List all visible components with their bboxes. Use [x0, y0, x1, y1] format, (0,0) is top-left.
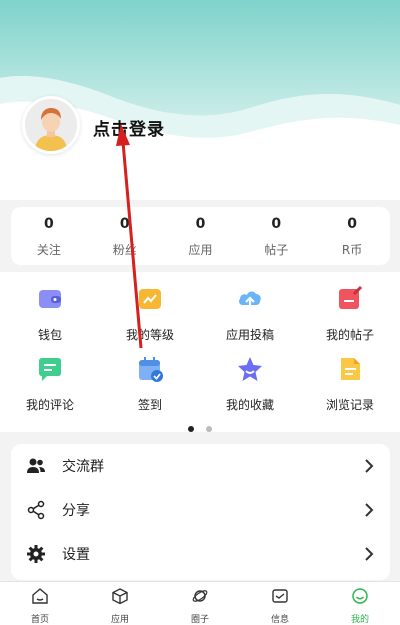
stat-label: 关注 — [36, 243, 61, 257]
stat-value: 0 — [195, 216, 206, 232]
menu-item-label: 交流群 — [62, 459, 104, 475]
planet-icon — [192, 590, 208, 602]
login-link[interactable]: 点击登录 — [93, 115, 165, 140]
menu-item-settings[interactable]: 设置 — [11, 532, 390, 576]
smile-icon — [352, 588, 368, 604]
stat-following[interactable]: 0 关注 — [11, 207, 87, 265]
tab-apps[interactable]: 应用 — [80, 582, 160, 625]
wallet-icon — [39, 290, 61, 308]
feature-grid: 钱包 我的等级 应用投稿 我的帖子 我的评论 签到 我的收藏 浏览记录 — [0, 284, 400, 412]
menu-item-share[interactable]: 分享 — [11, 488, 390, 532]
stat-coins[interactable]: 0 R币 — [314, 207, 390, 265]
grid-item-wallet[interactable]: 钱包 — [0, 284, 100, 342]
bottom-tab-bar: 首页 应用 圈子 信息 我的 — [0, 581, 400, 625]
stats-card: 0 关注 0 粉丝 0 应用 0 帖子 0 R币 — [11, 207, 390, 265]
cloud-upload-icon — [239, 291, 261, 310]
stat-label: 应用 — [188, 243, 213, 257]
grid-item-label: 我的收藏 — [225, 398, 274, 412]
grid-item-history[interactable]: 浏览记录 — [300, 354, 400, 412]
home-icon — [32, 588, 48, 604]
grid-item-upload[interactable]: 应用投稿 — [200, 284, 300, 342]
settings-menu: 交流群 分享 设置 — [11, 444, 390, 580]
tab-home[interactable]: 首页 — [0, 582, 80, 625]
user-avatar[interactable] — [22, 96, 80, 154]
grid-item-favorites[interactable]: 我的收藏 — [200, 354, 300, 412]
menu-item-label: 分享 — [62, 503, 90, 519]
comment-icon — [39, 358, 61, 381]
page-dot[interactable] — [205, 426, 212, 432]
calendar-check-icon — [139, 357, 163, 382]
grid-item-label: 签到 — [137, 398, 162, 412]
stat-followers[interactable]: 0 粉丝 — [87, 207, 163, 265]
avatar-person-icon — [25, 99, 77, 151]
grid-item-checkin[interactable]: 签到 — [100, 354, 200, 412]
tab-label: 首页 — [30, 615, 49, 625]
share-icon — [27, 500, 45, 520]
tab-circle[interactable]: 圈子 — [160, 582, 240, 625]
grid-item-label: 浏览记录 — [325, 398, 374, 412]
grid-item-label: 我的等级 — [125, 328, 174, 342]
stat-label: R币 — [341, 243, 363, 257]
chevron-right-icon — [365, 459, 374, 473]
stat-value: 0 — [44, 216, 54, 232]
level-icon — [139, 289, 161, 309]
post-icon — [339, 285, 363, 309]
grid-item-comments[interactable]: 我的评论 — [0, 354, 100, 412]
stat-value: 0 — [347, 216, 357, 232]
grid-item-label: 我的帖子 — [325, 328, 374, 342]
gear-icon — [27, 545, 45, 563]
tab-label: 圈子 — [190, 615, 209, 625]
grid-item-label: 我的评论 — [25, 398, 74, 412]
stat-value: 0 — [119, 216, 130, 232]
feature-grid-panel: 钱包 我的等级 应用投稿 我的帖子 我的评论 签到 我的收藏 浏览记录 — [0, 272, 400, 432]
message-icon — [272, 589, 288, 603]
tab-me[interactable]: 我的 — [320, 582, 400, 625]
stat-value: 0 — [271, 216, 282, 232]
menu-item-group-chat[interactable]: 交流群 — [11, 444, 390, 488]
tab-label: 我的 — [350, 615, 369, 625]
grid-item-level[interactable]: 我的等级 — [100, 284, 200, 342]
grid-item-label: 应用投稿 — [225, 328, 274, 342]
chevron-right-icon — [365, 547, 374, 561]
group-icon — [27, 458, 45, 473]
page-indicator — [0, 417, 400, 436]
page-dot-active[interactable] — [188, 426, 195, 432]
grid-item-posts[interactable]: 我的帖子 — [300, 284, 400, 342]
stat-label: 粉丝 — [112, 243, 137, 257]
star-icon — [238, 357, 262, 381]
chevron-right-icon — [365, 503, 374, 517]
tab-label: 应用 — [110, 615, 129, 625]
grid-item-label: 钱包 — [37, 328, 62, 342]
stat-label: 帖子 — [264, 243, 289, 257]
history-icon — [341, 358, 360, 380]
stat-apps[interactable]: 0 应用 — [163, 207, 239, 265]
menu-item-label: 设置 — [62, 547, 90, 563]
tab-label: 信息 — [270, 615, 289, 625]
tab-messages[interactable]: 信息 — [240, 582, 320, 625]
box-icon — [112, 588, 128, 605]
stat-posts[interactable]: 0 帖子 — [238, 207, 314, 265]
